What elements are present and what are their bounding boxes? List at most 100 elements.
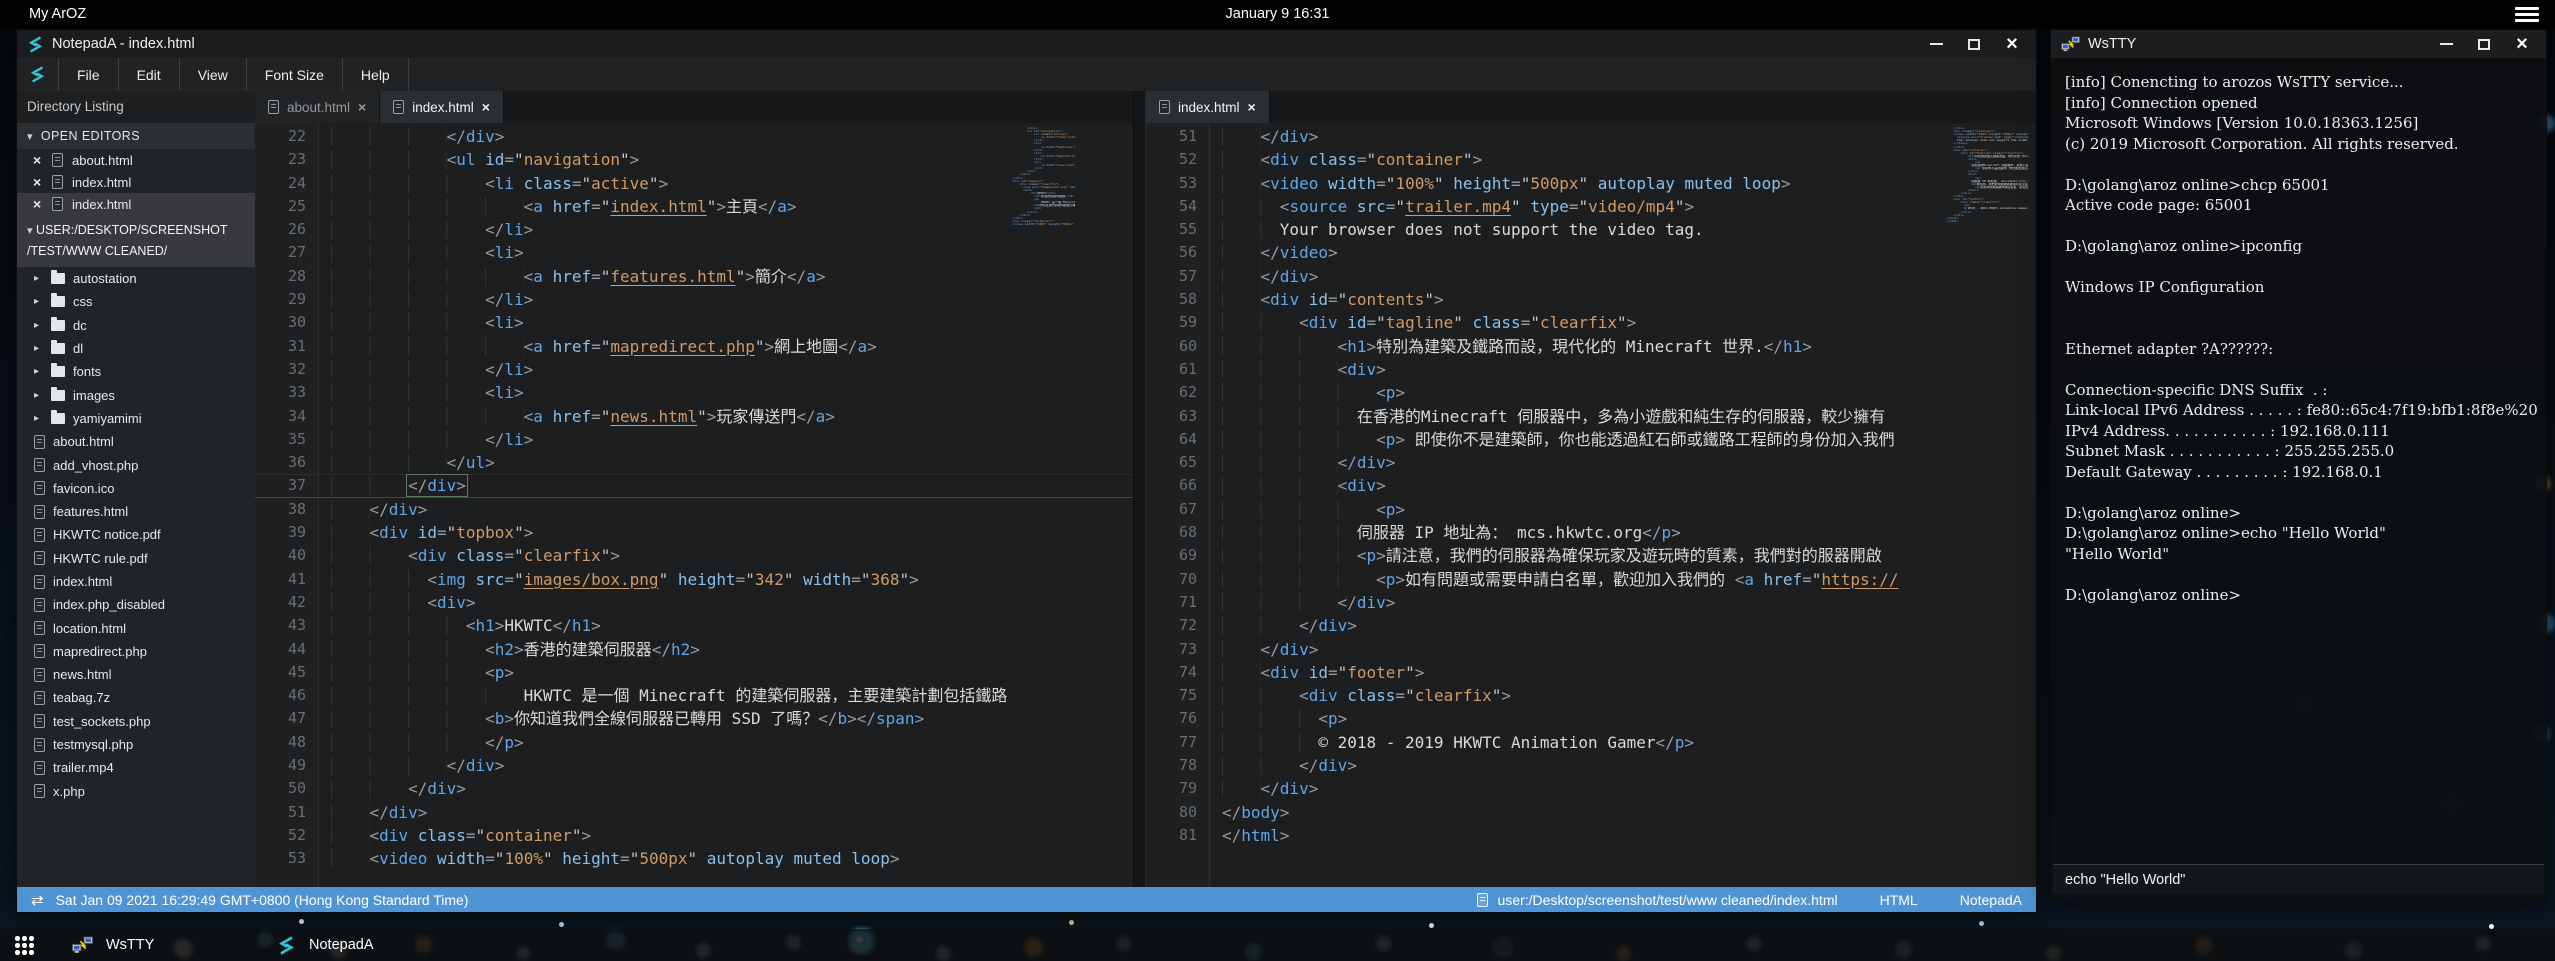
menu-file[interactable]: File [59, 58, 119, 91]
folder-item[interactable]: ▸images [17, 383, 255, 406]
wstty-titlebar[interactable]: WsTTY × [2051, 30, 2546, 58]
wstty-window: WsTTY × [info] Conencting to arozos WsTT… [2050, 29, 2547, 902]
line-number: 52 [255, 824, 319, 847]
maximize-button[interactable] [1966, 36, 1982, 52]
folder-name: autostation [73, 271, 137, 286]
file-item[interactable]: HKWTC rule.pdf [17, 547, 255, 570]
minimap[interactable]: </div> <div class="container"> <video wi… [1946, 127, 2028, 223]
folder-item[interactable]: ▸fonts [17, 360, 255, 383]
file-item[interactable]: favicon.ico [17, 477, 255, 500]
folder-icon [51, 390, 65, 401]
taskbar-item-wstty[interactable]: WsTTY [72, 936, 277, 955]
folder-item[interactable]: ▸yamiyamimi [17, 407, 255, 430]
open-editor-item[interactable]: ×index.html [17, 193, 255, 215]
code-line: 66 <div> [1146, 474, 2036, 497]
minimize-button[interactable] [1928, 36, 1944, 52]
code-line: 42 <div> [255, 591, 1133, 614]
file-item[interactable]: location.html [17, 616, 255, 639]
menu-help[interactable]: Help [343, 58, 409, 91]
minimize-button[interactable] [2438, 36, 2454, 52]
line-number: 24 [255, 172, 319, 195]
code-line: 26 </li> [255, 218, 1133, 241]
file-item[interactable]: HKWTC notice.pdf [17, 523, 255, 546]
code-line: 46 HKWTC 是一個 Minecraft 的建築伺服器，主要建築計劃包括鐵路 [255, 684, 1133, 707]
hamburger-menu-icon[interactable] [2515, 7, 2539, 23]
code-line: 55 Your browser does not support the vid… [1146, 218, 2036, 241]
file-icon [34, 528, 45, 542]
line-number: 50 [255, 777, 319, 800]
code-line: 35 </li> [255, 428, 1133, 451]
file-item[interactable]: mapredirect.php [17, 640, 255, 663]
terminal-line [2065, 318, 2546, 339]
close-icon[interactable]: × [33, 153, 43, 167]
file-icon [52, 153, 63, 167]
file-item[interactable]: teabag.7z [17, 686, 255, 709]
wstty-window-title: WsTTY [2088, 36, 2136, 52]
close-button[interactable]: × [2004, 36, 2020, 52]
terminal-line [2065, 298, 2546, 319]
open-editor-item[interactable]: ×index.html [17, 171, 255, 193]
folder-item[interactable]: ▸css [17, 290, 255, 313]
notepada-menubar-logo-icon [17, 58, 59, 91]
file-item[interactable]: test_sockets.php [17, 710, 255, 733]
file-item[interactable]: add_vhost.php [17, 453, 255, 476]
workspace-root-header[interactable]: ▾ USER:/DESKTOP/SCREENSHOT /TEST/WWW CLE… [17, 215, 255, 267]
taskbar: WsTTYNotepadA [0, 929, 2555, 961]
terminal-line: (c) 2019 Microsoft Corporation. All righ… [2065, 134, 2546, 155]
pane-splitter[interactable] [1133, 91, 1146, 887]
code-editor-left[interactable]: 22 </div>23 <ul id="navigation">24 <li c… [255, 123, 1133, 887]
line-number: 31 [255, 335, 319, 358]
maximize-button[interactable] [2476, 36, 2492, 52]
folder-item[interactable]: ▸autostation [17, 267, 255, 290]
tab-close-icon[interactable]: × [1248, 99, 1256, 115]
folder-item[interactable]: ▸dl [17, 337, 255, 360]
code-line: 40 <div class="clearfix"> [255, 544, 1133, 567]
file-item[interactable]: index.php_disabled [17, 593, 255, 616]
line-number: 75 [1146, 684, 1210, 707]
line-number: 76 [1146, 707, 1210, 730]
open-editor-item[interactable]: ×about.html [17, 149, 255, 171]
tab-label: about.html [287, 100, 350, 115]
folder-name: dc [73, 318, 87, 333]
menu-font-size[interactable]: Font Size [247, 58, 343, 91]
folder-icon [51, 320, 65, 331]
open-editors-section-header[interactable]: ▾ OPEN EDITORS [17, 123, 255, 149]
taskbar-item-notepada[interactable]: NotepadA [277, 936, 482, 955]
terminal-line [2065, 359, 2546, 380]
terminal-line: D:\golang\aroz online> [2065, 585, 2546, 606]
file-item[interactable]: x.php [17, 780, 255, 803]
minimap[interactable]: </div> <ul id="navigation"> <li class="a… [1005, 127, 1075, 226]
terminal-output[interactable]: [info] Conencting to arozos WsTTY servic… [2051, 58, 2546, 864]
tab-close-icon[interactable]: × [482, 99, 490, 115]
notepad-titlebar[interactable]: NotepadA - index.html × [17, 30, 2036, 58]
file-item[interactable]: news.html [17, 663, 255, 686]
file-item[interactable]: index.html [17, 570, 255, 593]
tab-index.html[interactable]: index.html× [380, 91, 504, 123]
menu-edit[interactable]: Edit [119, 58, 180, 91]
close-icon[interactable]: × [33, 175, 43, 189]
editor-pane-right: index.html× 51 </div>52 <div class="cont… [1146, 91, 2036, 887]
terminal-input[interactable]: echo "Hello World" [2053, 864, 2544, 894]
terminal-line: Default Gateway . . . . . . . . . : 192.… [2065, 462, 2546, 483]
file-item[interactable]: features.html [17, 500, 255, 523]
close-button[interactable]: × [2514, 36, 2530, 52]
line-number: 53 [255, 847, 319, 870]
menu-view[interactable]: View [180, 58, 247, 91]
terminal-line [2065, 482, 2546, 503]
file-item[interactable]: about.html [17, 430, 255, 453]
tab-close-icon[interactable]: × [358, 99, 366, 115]
file-item[interactable]: testmysql.php [17, 733, 255, 756]
code-line: 39 <div id="topbox"> [255, 521, 1133, 544]
line-number: 52 [1146, 148, 1210, 171]
start-menu-button[interactable] [13, 935, 39, 955]
file-icon [34, 435, 45, 449]
file-name: location.html [53, 621, 126, 636]
file-icon [34, 575, 45, 589]
line-number: 68 [1146, 521, 1210, 544]
code-editor-right[interactable]: 51 </div>52 <div class="container">53 <v… [1146, 123, 2036, 887]
folder-item[interactable]: ▸dc [17, 314, 255, 337]
file-item[interactable]: trailer.mp4 [17, 756, 255, 779]
tab-index.html[interactable]: index.html× [1146, 91, 1270, 123]
tab-about.html[interactable]: about.html × [255, 91, 380, 123]
close-icon[interactable]: × [33, 197, 43, 211]
